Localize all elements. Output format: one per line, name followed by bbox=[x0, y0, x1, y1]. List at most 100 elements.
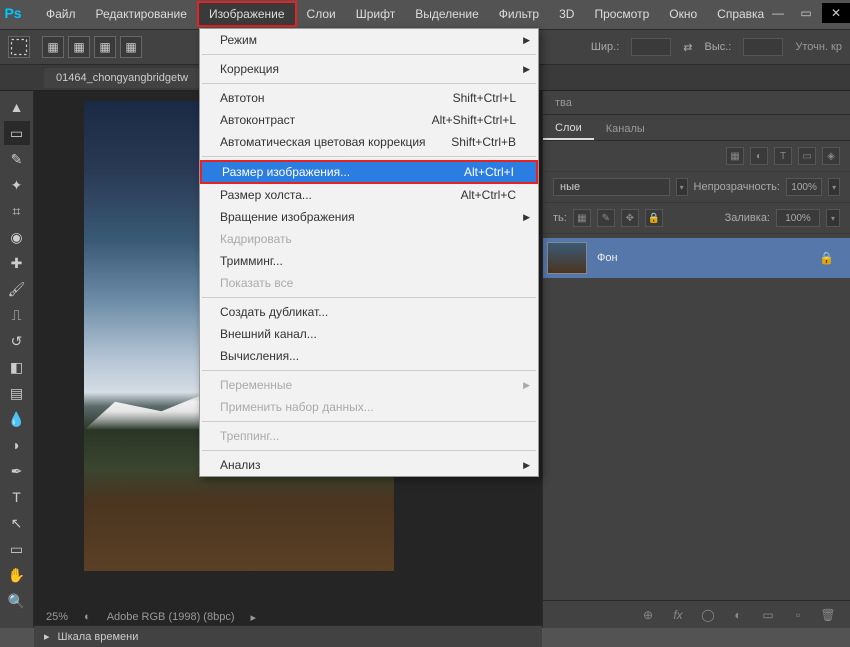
window-close-button[interactable]: ✕ bbox=[822, 3, 850, 23]
new-layer-icon[interactable]: ▫ bbox=[788, 606, 808, 624]
menu-separator bbox=[202, 421, 536, 422]
menu-редактирование[interactable]: Редактирование bbox=[86, 3, 197, 25]
timeline-toggle-icon[interactable]: ▸ bbox=[44, 630, 50, 643]
lock-paint-icon[interactable]: ✎ bbox=[597, 209, 615, 227]
menu-item[interactable]: Размер изображения...Alt+Ctrl+I bbox=[200, 160, 538, 184]
filter-pixel-icon[interactable]: ▦ bbox=[726, 147, 744, 165]
menu-item[interactable]: Коррекция▶ bbox=[200, 58, 538, 80]
brush-tool[interactable]: 🖌 bbox=[4, 277, 30, 301]
tab-properties[interactable]: тва bbox=[543, 93, 584, 113]
fill-label: Заливка: bbox=[725, 212, 770, 224]
intersect-selection-icon[interactable]: ▦ bbox=[120, 36, 142, 58]
menu-изображение[interactable]: Изображение bbox=[197, 1, 297, 27]
filter-type-icon[interactable]: T bbox=[774, 147, 792, 165]
height-input[interactable] bbox=[743, 38, 783, 56]
add-selection-icon[interactable]: ▦ bbox=[68, 36, 90, 58]
menu-просмотр[interactable]: Просмотр bbox=[584, 3, 659, 25]
dodge-tool[interactable]: ◗ bbox=[4, 433, 30, 457]
gradient-tool[interactable]: ▤ bbox=[4, 381, 30, 405]
menu-item[interactable]: Автоматическая цветовая коррекцияShift+C… bbox=[200, 131, 538, 153]
eraser-tool[interactable]: ◧ bbox=[4, 355, 30, 379]
timeline-label[interactable]: Шкала времени bbox=[58, 631, 139, 643]
layer-thumbnail[interactable] bbox=[547, 242, 587, 274]
filter-smart-icon[interactable]: ◈ bbox=[822, 147, 840, 165]
menu-item-label: Режим bbox=[220, 33, 257, 47]
type-tool[interactable]: T bbox=[4, 485, 30, 509]
blur-tool[interactable]: 💧 bbox=[4, 407, 30, 431]
lock-pixels-icon[interactable]: ▦ bbox=[573, 209, 591, 227]
magic-wand-tool[interactable]: ✦ bbox=[4, 173, 30, 197]
document-tab[interactable]: 01464_chongyangbridgetw bbox=[44, 68, 200, 88]
window-maximize-button[interactable]: ▭ bbox=[792, 3, 820, 23]
menu-item[interactable]: Создать дубликат... bbox=[200, 301, 538, 323]
profile-arrow-icon[interactable]: ▸ bbox=[250, 611, 256, 624]
adjustment-layer-icon[interactable]: ◐ bbox=[728, 606, 748, 624]
zoom-tool[interactable]: 🔍 bbox=[4, 589, 30, 613]
opacity-value[interactable]: 100% bbox=[786, 178, 822, 196]
crop-tool[interactable]: ⌗ bbox=[4, 199, 30, 223]
menu-item: Применить набор данных... bbox=[200, 396, 538, 418]
menu-item[interactable]: Внешний канал... bbox=[200, 323, 538, 345]
zoom-level[interactable]: 25% bbox=[46, 611, 68, 623]
tab-channels[interactable]: Каналы bbox=[594, 119, 657, 139]
layer-fx-icon[interactable]: fx bbox=[668, 606, 688, 624]
history-tool[interactable]: ↺ bbox=[4, 329, 30, 353]
filter-adjust-icon[interactable]: ◐ bbox=[750, 147, 768, 165]
tool-preset-icon[interactable] bbox=[8, 36, 30, 58]
width-input[interactable] bbox=[631, 38, 671, 56]
subtract-selection-icon[interactable]: ▦ bbox=[94, 36, 116, 58]
swap-icon[interactable]: ⇄ bbox=[683, 41, 692, 54]
menu-item[interactable]: Анализ▶ bbox=[200, 454, 538, 476]
fill-arrow-icon[interactable]: ▾ bbox=[826, 209, 840, 227]
refine-edge-button[interactable]: Уточн. кр bbox=[795, 41, 842, 53]
menu-item[interactable]: Режим▶ bbox=[200, 29, 538, 51]
submenu-arrow-icon: ▶ bbox=[523, 380, 530, 391]
fill-value[interactable]: 100% bbox=[776, 209, 820, 227]
menu-выделение[interactable]: Выделение bbox=[405, 3, 489, 25]
menu-item[interactable]: Размер холста...Alt+Ctrl+C bbox=[200, 184, 538, 206]
shape-tool[interactable]: ▭ bbox=[4, 537, 30, 561]
menu-файл[interactable]: Файл bbox=[36, 3, 86, 25]
layer-mask-icon[interactable]: ◯ bbox=[698, 606, 718, 624]
menu-item[interactable]: Вычисления... bbox=[200, 345, 538, 367]
lasso-tool[interactable]: ✎ bbox=[4, 147, 30, 171]
new-selection-icon[interactable]: ▦ bbox=[42, 36, 64, 58]
menu-фильтр[interactable]: Фильтр bbox=[489, 3, 549, 25]
menu-item-label: Переменные bbox=[220, 378, 292, 392]
group-icon[interactable]: ▭ bbox=[758, 606, 778, 624]
menu-слои[interactable]: Слои bbox=[297, 3, 346, 25]
healing-tool[interactable]: ✚ bbox=[4, 251, 30, 275]
menu-item[interactable]: АвтоконтрастAlt+Shift+Ctrl+L bbox=[200, 109, 538, 131]
menu-separator bbox=[202, 297, 536, 298]
path-tool[interactable]: ↖ bbox=[4, 511, 30, 535]
layer-name-label[interactable]: Фон bbox=[597, 252, 618, 264]
blend-mode-arrow-icon[interactable]: ▾ bbox=[676, 178, 688, 196]
tab-layers[interactable]: Слои bbox=[543, 118, 594, 140]
menu-item[interactable]: АвтотонShift+Ctrl+L bbox=[200, 87, 538, 109]
menu-шрифт[interactable]: Шрифт bbox=[346, 3, 405, 25]
hand-tool[interactable]: ✋ bbox=[4, 563, 30, 587]
menu-item-label: Внешний канал... bbox=[220, 327, 317, 341]
move-tool[interactable]: ▲ bbox=[4, 95, 30, 119]
menu-3d[interactable]: 3D bbox=[549, 3, 584, 25]
lock-position-icon[interactable]: ✥ bbox=[621, 209, 639, 227]
opacity-arrow-icon[interactable]: ▾ bbox=[828, 178, 840, 196]
layer-row[interactable]: Фон 🔒 bbox=[543, 238, 850, 278]
menu-окно[interactable]: Окно bbox=[659, 3, 707, 25]
color-profile-label: Adobe RGB (1998) (8bpc) bbox=[107, 611, 235, 623]
filter-shape-icon[interactable]: ▭ bbox=[798, 147, 816, 165]
delete-layer-icon[interactable]: 🗑 bbox=[818, 606, 838, 624]
lock-all-icon[interactable]: 🔒 bbox=[645, 209, 663, 227]
clone-tool[interactable]: ⎍ bbox=[4, 303, 30, 327]
eyedropper-tool[interactable]: ◉ bbox=[4, 225, 30, 249]
blend-mode-select[interactable]: ные bbox=[553, 178, 670, 196]
menu-item-label: Тримминг... bbox=[220, 254, 283, 268]
link-layers-icon[interactable]: ⊕ bbox=[638, 606, 658, 624]
menu-справка[interactable]: Справка bbox=[707, 3, 774, 25]
layer-lock-icon[interactable]: 🔒 bbox=[819, 251, 834, 265]
menu-separator bbox=[202, 156, 536, 157]
menu-item[interactable]: Тримминг... bbox=[200, 250, 538, 272]
marquee-tool[interactable]: ▭ bbox=[4, 121, 30, 145]
pen-tool[interactable]: ✒ bbox=[4, 459, 30, 483]
menu-item[interactable]: Вращение изображения▶ bbox=[200, 206, 538, 228]
